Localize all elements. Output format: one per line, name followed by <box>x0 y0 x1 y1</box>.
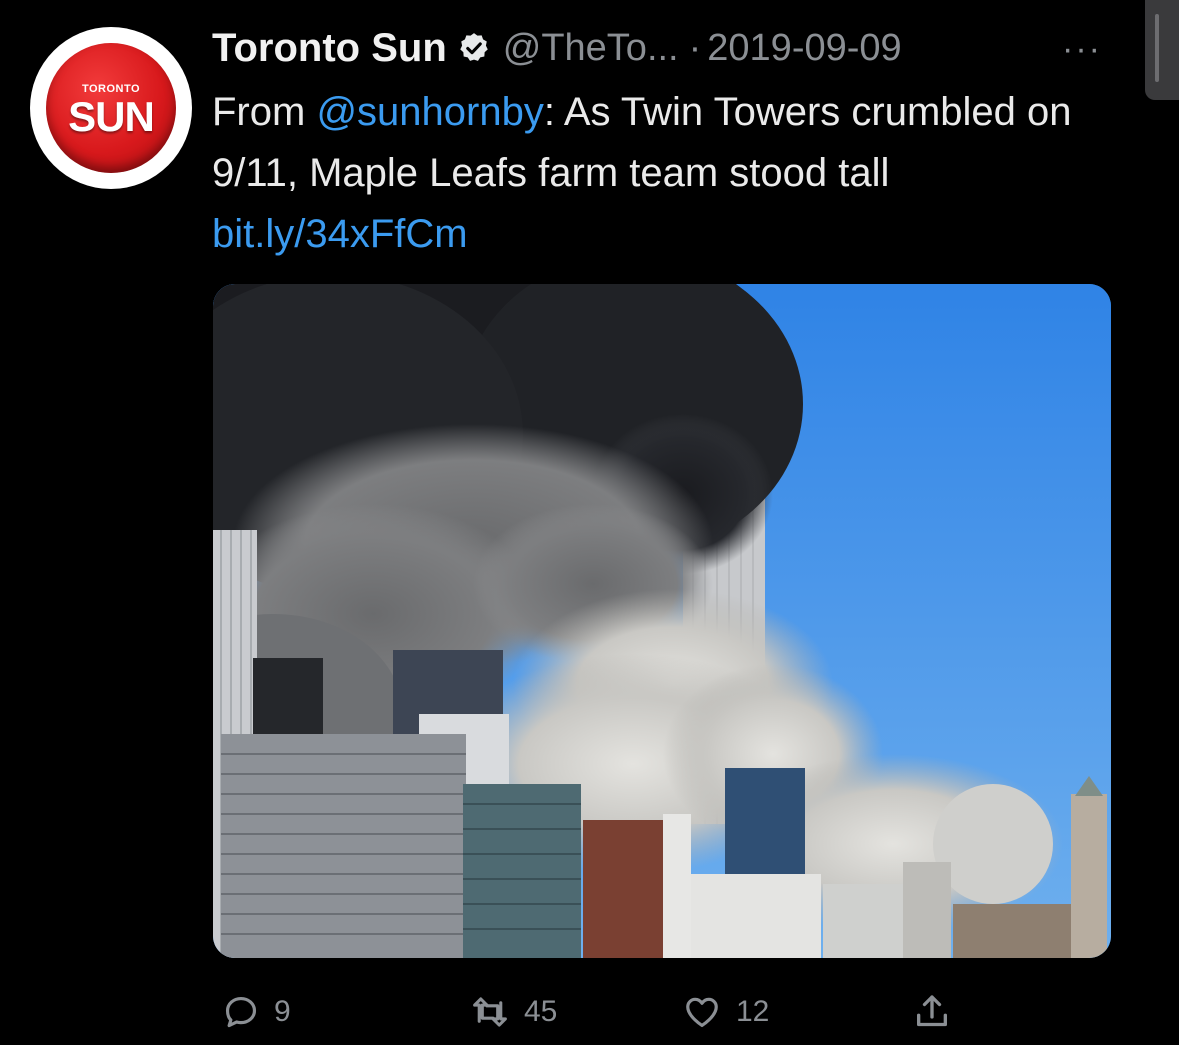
retweet-count: 45 <box>524 995 558 1028</box>
separator-dot: · <box>688 26 702 69</box>
retweet-action[interactable]: 45 <box>470 984 557 1040</box>
heart-icon <box>686 997 718 1028</box>
tweet-text-prefix: From <box>212 90 317 134</box>
avatar[interactable]: TORONTO SUN <box>30 27 192 189</box>
tweet-header: Toronto Sun @TheTo... · 2019-09-09 <box>212 20 902 76</box>
mention-link[interactable]: @sunhornby <box>316 90 543 134</box>
author-name[interactable]: Toronto Sun <box>212 26 447 71</box>
more-options-icon[interactable]: ··· <box>1062 30 1102 69</box>
reply-icon <box>225 996 257 1028</box>
photo-illustration <box>213 284 1111 958</box>
like-count: 12 <box>736 995 770 1028</box>
avatar-logo: TORONTO SUN <box>46 43 176 173</box>
tweet[interactable]: TORONTO SUN Toronto Sun @TheTo... · 2019… <box>0 0 1179 1045</box>
tweet-text: From @sunhornby: As Twin Towers crumbled… <box>212 82 1112 265</box>
share-action[interactable] <box>912 984 966 1040</box>
article-link[interactable]: bit.ly/34xFfCm <box>212 212 468 256</box>
tweet-actions: 9 45 12 <box>0 984 1179 1040</box>
reply-count: 9 <box>274 995 291 1028</box>
share-icon <box>917 995 947 1027</box>
tweet-date[interactable]: 2019-09-09 <box>707 27 901 70</box>
avatar-logo-big-text: SUN <box>68 93 155 140</box>
reply-action[interactable]: 9 <box>222 984 291 1040</box>
tweet-photo[interactable] <box>213 284 1111 958</box>
author-handle[interactable]: @TheTo... <box>503 27 679 70</box>
retweet-icon <box>473 997 507 1027</box>
like-action[interactable]: 12 <box>682 984 769 1040</box>
verified-badge-icon <box>457 31 491 65</box>
